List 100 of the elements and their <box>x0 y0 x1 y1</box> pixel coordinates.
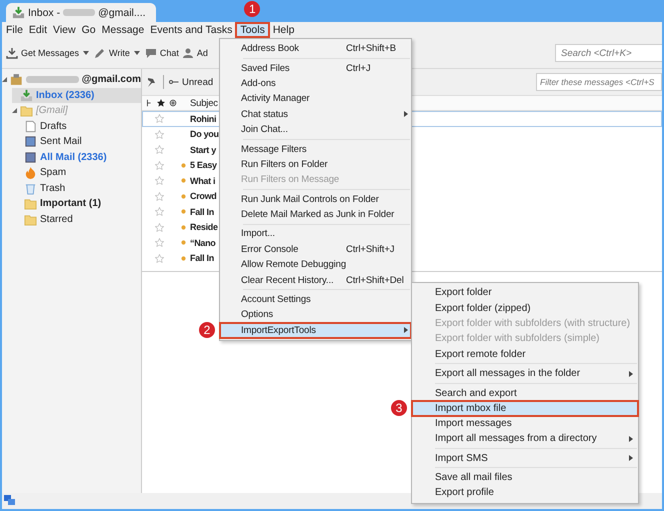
menu-item[interactable]: Export remote folder <box>413 346 637 362</box>
star-icon[interactable] <box>155 207 164 216</box>
star-icon[interactable] <box>155 130 164 139</box>
download-icon <box>6 47 18 59</box>
submenu-arrow-icon <box>404 327 408 334</box>
star-icon[interactable] <box>155 222 164 232</box>
message-subject[interactable]: Crowd <box>186 191 216 202</box>
unread-filter-button[interactable]: Unread <box>169 76 214 88</box>
menu-item[interactable]: Delete Mail Marked as Junk in Folder <box>221 206 410 222</box>
message-subject[interactable]: Fall In <box>186 206 214 217</box>
menu-item[interactable]: Import mbox file <box>411 400 639 417</box>
message-subject[interactable]: What i <box>186 176 216 186</box>
menu-item[interactable]: Clear Recent History... Ctrl+Shift+Del <box>221 272 410 288</box>
trash-icon <box>24 182 37 195</box>
menu-bar-item[interactable]: View <box>50 23 79 37</box>
star-column-icon[interactable] <box>157 99 165 107</box>
submenu-arrow-icon <box>629 370 633 377</box>
account-icon <box>10 73 23 86</box>
menu-item[interactable]: Join Chat... <box>221 122 410 138</box>
star-icon[interactable] <box>155 192 164 201</box>
folder-item[interactable]: Starred <box>40 214 73 225</box>
menu-bar-item[interactable]: Help <box>270 23 298 37</box>
pencil-icon <box>94 47 106 59</box>
menu-item[interactable]: Chat status <box>221 106 410 122</box>
window-title: Inbox - <box>28 6 60 18</box>
submenu-arrow-icon <box>629 455 633 462</box>
menu-bar-item[interactable]: Events and Tasks <box>147 23 236 37</box>
star-icon[interactable] <box>155 114 164 124</box>
menu-item[interactable]: Export folder (zipped) <box>413 300 637 316</box>
download-icon <box>12 6 25 19</box>
toolbar-button[interactable]: Get Messages <box>5 45 80 61</box>
menu-item[interactable]: Options <box>221 307 410 323</box>
folder-icon <box>24 197 37 210</box>
toolbar-button[interactable]: Chat <box>144 45 180 61</box>
expand-arrow-icon[interactable] <box>2 77 7 82</box>
menu-item[interactable]: Error Console Ctrl+Shift+J <box>221 242 410 258</box>
star-icon[interactable] <box>155 145 164 154</box>
message-subject[interactable]: Rohini <box>186 114 216 124</box>
menu-bar-item[interactable]: Edit <box>26 23 50 37</box>
thread-column-icon[interactable] <box>145 99 153 107</box>
menu-item[interactable]: Add-ons <box>221 76 410 92</box>
message-subject[interactable]: “Nano <box>186 238 216 248</box>
folder-item[interactable]: @gmail.com <box>82 74 141 86</box>
menu-item[interactable]: ImportExportTools <box>219 322 412 339</box>
toolbar-button[interactable]: Ad <box>180 45 209 61</box>
pin-icon[interactable] <box>146 76 158 88</box>
search-field[interactable]: Search <Ctrl+K> <box>555 44 662 62</box>
menu-item[interactable]: Allow Remote Debugging <box>221 257 410 272</box>
message-subject[interactable]: Start y <box>186 144 216 155</box>
toolbar-button[interactable]: Write <box>93 45 131 61</box>
step-number-badge: 1 <box>244 1 260 17</box>
folder-item[interactable]: Spam <box>40 167 66 178</box>
menu-item[interactable]: Import SMS <box>413 450 637 466</box>
flame-icon <box>24 166 37 180</box>
message-subject[interactable]: Reside <box>186 222 218 232</box>
menu-item[interactable]: Address Book Ctrl+Shift+B <box>221 41 410 56</box>
menu-item[interactable]: Save all mail files <box>413 470 637 486</box>
message-subject[interactable]: Do you <box>186 129 219 140</box>
submenu-arrow-icon <box>629 436 633 442</box>
dropdown-arrow-icon[interactable] <box>134 51 140 55</box>
message-subject[interactable]: Fall In <box>186 253 214 264</box>
message-subject[interactable]: 5 Easy <box>186 160 217 170</box>
menu-item[interactable]: Saved Files Ctrl+J <box>221 60 410 76</box>
redacted-text <box>26 76 79 84</box>
window-tab[interactable]: Inbox - @gmail.... <box>6 3 156 22</box>
menu-item[interactable]: Run Filters on Folder <box>221 156 410 172</box>
dropdown-arrow-icon[interactable] <box>83 51 90 55</box>
folder-item[interactable]: Trash <box>40 182 66 194</box>
link-icon <box>169 79 179 85</box>
menu-item[interactable]: Export profile <box>413 485 637 501</box>
menu-item[interactable]: Account Settings <box>221 292 410 308</box>
menu-item[interactable]: Export all messages in the folder <box>413 366 637 382</box>
menu-bar-item[interactable]: Tools <box>235 22 270 38</box>
filter-field[interactable]: Filter these messages <Ctrl+S <box>536 73 662 91</box>
menu-item[interactable]: Activity Manager <box>221 91 410 107</box>
menu-item[interactable]: Message Filters <box>221 141 410 157</box>
menu-bar-item[interactable]: Go <box>78 23 99 37</box>
menu-bar-item[interactable]: Message <box>98 23 148 37</box>
person-icon <box>182 47 194 59</box>
folder-item[interactable]: Important (1) <box>40 198 102 210</box>
network-icon <box>4 495 16 507</box>
folder-item[interactable]: Drafts <box>40 120 67 132</box>
folder-item[interactable]: All Mail (2336) <box>40 152 107 163</box>
menu-item[interactable]: Import... <box>221 226 410 242</box>
menu-item[interactable]: Export folder <box>413 285 637 300</box>
star-icon[interactable] <box>155 254 164 263</box>
folder-icon <box>24 212 37 226</box>
menu-item[interactable]: Import all messages from a directory <box>413 431 637 447</box>
star-icon[interactable] <box>155 176 164 186</box>
column-header[interactable]: Subjec <box>181 98 218 108</box>
window-title: @gmail.... <box>98 6 146 18</box>
menu-item[interactable]: Import messages <box>413 416 637 432</box>
menu-bar-item[interactable]: File <box>3 23 26 37</box>
star-icon[interactable] <box>155 238 164 248</box>
tray-icon <box>24 135 37 148</box>
menu-item[interactable]: Search and export <box>413 385 637 401</box>
folder-item[interactable]: Sent Mail <box>40 136 82 148</box>
menu-item[interactable]: Run Junk Mail Controls on Folder <box>221 192 410 207</box>
expand-arrow-icon[interactable] <box>12 108 17 114</box>
star-icon[interactable] <box>155 160 164 170</box>
